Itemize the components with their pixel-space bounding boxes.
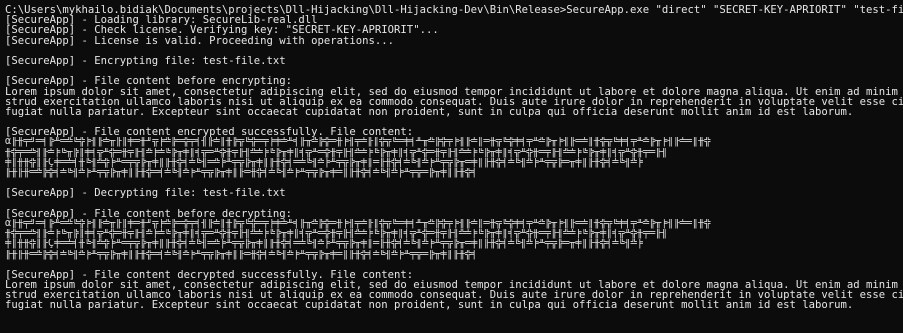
encrypted-content-line: α╟╫╤╝═╡╠╨═╩╚╬╞╢╟╧╥╟║╪═╫╜╦╞╩╠═╬╤╡╢╟╧║╫╠╦╚… [5,218,711,229]
file-content-line: Lorem ipsum dolor sit amet, consectetur … [5,86,903,97]
log-line: [SecureApp] - Check license. Verifying k… [5,25,439,36]
log-line: [SecureApp] - License is valid. Proceedi… [5,35,395,46]
log-line: [SecureApp] - Encrypting file: test-file… [5,55,286,67]
encrypted-content-line: ╪║╫╫╬║╟Ç╪═╧╡╫╚╢╩╬╞╨═╤╦╠╥╪║╟╫╬╡╧╚╢═╩╞╨╤╦╠… [5,239,643,250]
file-content-line: fugiat nulla pariatur. Excepteur sint oc… [5,300,854,311]
file-content-line: fugiat nulla pariatur. Excepteur sint oc… [5,106,854,118]
log-line: [SecureApp] - Decrypting file: test-file… [5,188,286,199]
file-content-line: strud exercitation ullamco laboris nisi … [5,290,903,301]
log-line: [SecureApp] - File content before encryp… [5,76,293,87]
encrypted-content-line: ╟╫╟╫═╩╠╬╡╧╚╢╩╞╨╤╦╠╥╪║╟╫╬═╡╧╚╢╩╞╨╤╦╠╥╪║╟═… [5,249,478,260]
log-line: [SecureApp] - File content before decryp… [5,208,293,219]
log-line: [SecureApp] - Loading library: SecureLib… [5,15,318,26]
encrypted-content-line: ╫╬╤═╩╢╟╧╞╚╥╠║╪╡╦╨╬═╫╤╟╢╩╞╧╚╠╥╪║╡╦═╨╬╫╤╟╢… [5,147,668,158]
encrypted-content-line: ╪║╫╫╬║╟Ç╪═╧╡╫╚╢╩╬╞╨═╤╦╠╥╪║╟╫╬╡╧╚╢═╩╞╨╤╦╠… [5,157,643,168]
log-line: [SecureApp] - File content encrypted suc… [5,127,414,138]
command-prompt-line: C:\Users\mykhailo.bidiak\Documents\proje… [5,5,903,16]
file-content-line: strud exercitation ullamco laboris nisi … [5,96,903,107]
log-line: [SecureApp] - File content decrypted suc… [5,269,414,281]
encrypted-content-line: α╟╫╤╝═╡╠╨═╩╚╬╞╢╟╧╥╟║╪═╫╜╦╞╩╠═╬╤╡╢╟╧║╫╠╦╚… [5,137,711,148]
encrypted-content-line: ╟╫╟╫═╩╠╬╡╧╚╢╩╞╨╤╦╠╥╪║╟╫╬═╡╧╚╢╩╞╨╤╦╠╥╪║╟═… [5,168,478,178]
terminal-output[interactable]: C:\Users\mykhailo.bidiak\Documents\proje… [0,0,903,333]
encrypted-content-line: ╫╬╤═╩╢╟╧╞╚╥╠║╪╡╦╨╬═╫╤╟╢╩╞╧╚╠╥╪║╡╦═╨╬╫╤╟╢… [5,229,668,240]
file-content-line: Lorem ipsum dolor sit amet, consectetur … [5,280,903,291]
